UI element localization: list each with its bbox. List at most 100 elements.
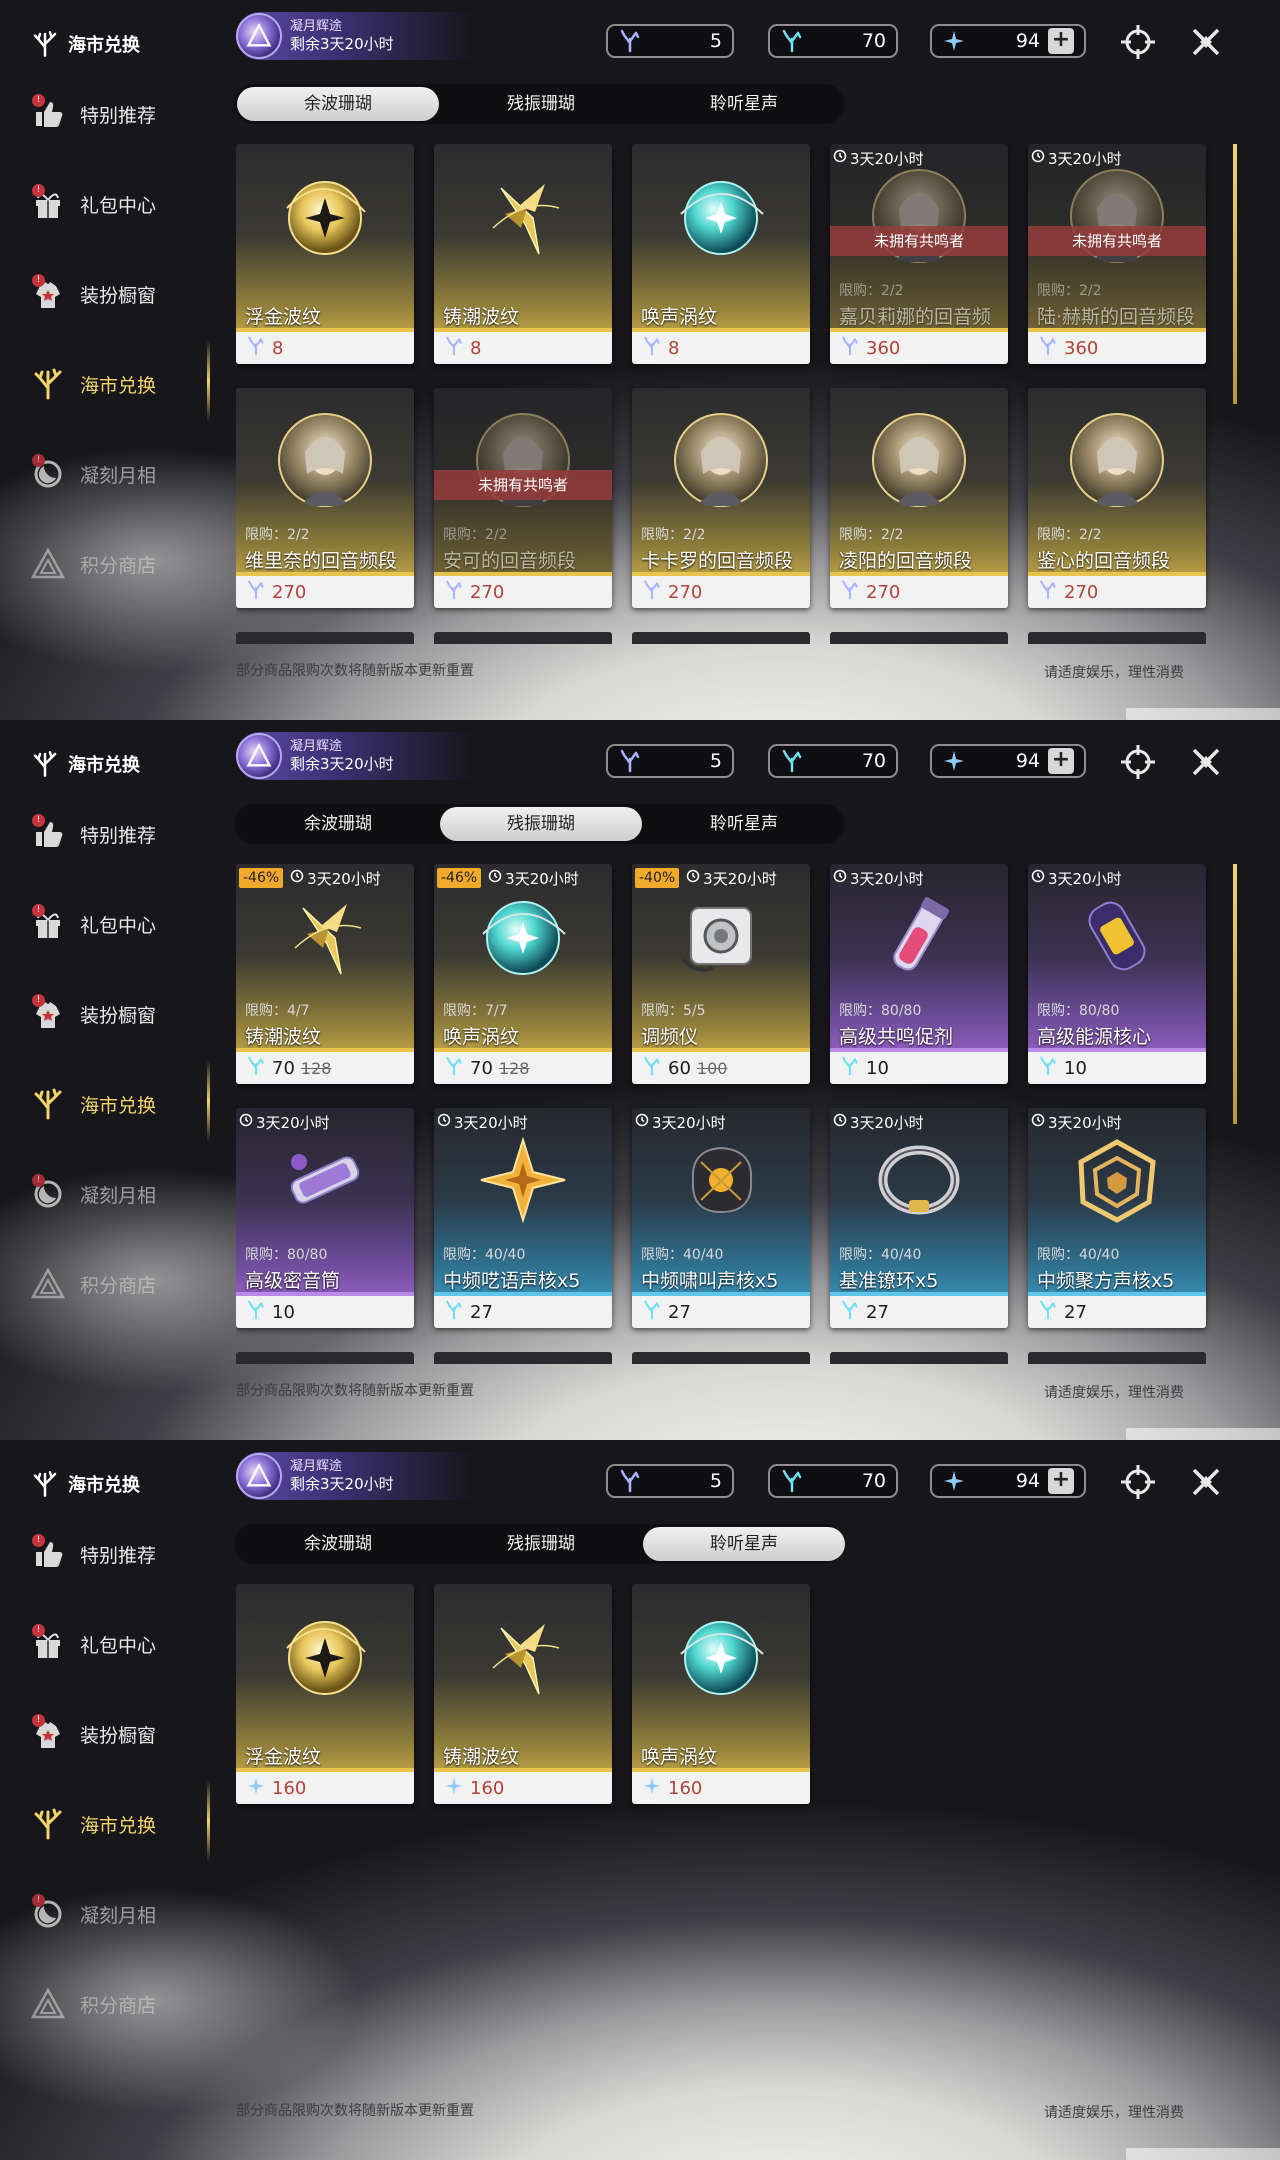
scrollbar-thumb[interactable] — [1233, 144, 1237, 404]
next-row-card — [1028, 632, 1206, 644]
currency-icon — [444, 1056, 464, 1081]
shop-item-card[interactable]: -40% 3天20小时 限购：5/5 调频仪 60 100 — [632, 864, 810, 1084]
currency-icon — [642, 1056, 662, 1081]
sidebar-item-label: 积分商店 — [80, 1274, 157, 1297]
gift-icon: ! — [28, 184, 68, 224]
sidebar-item-3[interactable]: ! 装扮橱窗 — [28, 988, 208, 1040]
shop-item-card[interactable]: 铸潮波纹 8 — [434, 144, 612, 364]
item-art — [830, 864, 1008, 1048]
sidebar-item-6[interactable]: 积分商店 — [28, 1258, 208, 1310]
clock-icon — [290, 869, 304, 887]
currency-3[interactable]: 94 + — [930, 744, 1086, 778]
shop-item-card[interactable]: 限购：2/2 凌阳的回音频段 270 — [830, 388, 1008, 608]
shop-item-card[interactable]: 唤声涡纹 160 — [632, 1584, 810, 1804]
close-icon[interactable] — [1186, 22, 1226, 62]
item-name: 陆·赫斯的回音频段 — [1037, 306, 1196, 328]
shop-item-card[interactable]: 限购：2/2 卡卡罗的回音频段 270 — [632, 388, 810, 608]
event-title: 凝月辉途 — [290, 739, 343, 754]
crosshair-icon[interactable] — [1118, 1462, 1158, 1502]
timer-text: 3天20小时 — [1048, 149, 1122, 168]
event-badge[interactable]: 凝月辉途 剩余3天20小时 — [236, 1452, 472, 1500]
sidebar-item-4[interactable]: 海市兑换 — [28, 1078, 208, 1130]
currency-value: 94 — [1015, 30, 1040, 52]
sidebar-item-2[interactable]: ! 礼包中心 — [28, 178, 208, 230]
tab-1[interactable]: 余波珊瑚 — [237, 1527, 439, 1561]
tab-3[interactable]: 聆听星声 — [643, 807, 845, 841]
price-bar: 270 — [236, 576, 414, 608]
not-owned-banner: 未拥有共鸣者 — [1028, 226, 1206, 256]
event-orb-icon — [236, 13, 282, 59]
tab-1[interactable]: 余波珊瑚 — [237, 87, 439, 121]
tab-3[interactable]: 聆听星声 — [643, 1527, 845, 1561]
crosshair-icon[interactable] — [1118, 742, 1158, 782]
tab-1[interactable]: 余波珊瑚 — [237, 807, 439, 841]
shop-item-card[interactable]: 浮金波纹 160 — [236, 1584, 414, 1804]
tab-2[interactable]: 残振珊瑚 — [440, 1527, 642, 1561]
shop-item-card[interactable]: 唤声涡纹 8 — [632, 144, 810, 364]
shop-item-card[interactable]: 限购：2/2 鉴心的回音频段 270 — [1028, 388, 1206, 608]
close-icon[interactable] — [1186, 742, 1226, 782]
sidebar-item-6[interactable]: 积分商店 — [28, 538, 208, 590]
price-value: 270 — [470, 581, 505, 603]
shop-item-card[interactable]: 未拥有共鸣者3天20小时限购：2/2嘉贝莉娜的回音频段360 — [830, 144, 1008, 364]
event-badge[interactable]: 凝月辉途 剩余3天20小时 — [236, 732, 472, 780]
shop-item-card[interactable]: 未拥有共鸣者 3天20小时 限购：2/2 陆·赫斯的回音频段 360 — [1028, 144, 1206, 364]
event-badge[interactable]: 凝月辉途 剩余3天20小时 — [236, 12, 472, 60]
sidebar-item-5[interactable]: ! 凝刻月相 — [28, 1168, 208, 1220]
time-limit: 3天20小时 — [833, 147, 924, 169]
sidebar-item-1[interactable]: ! 特别推荐 — [28, 88, 208, 140]
shop-item-card[interactable]: -46% 3天20小时 限购：4/7 铸潮波纹 70 128 — [236, 864, 414, 1084]
sidebar-item-2[interactable]: ! 礼包中心 — [28, 1618, 208, 1670]
crosshair-icon[interactable] — [1118, 22, 1158, 62]
teal-orb-image — [475, 888, 571, 984]
thumbs-up-icon: ! — [28, 1534, 68, 1574]
coral-icon — [33, 751, 57, 777]
add-currency-button[interactable]: + — [1048, 1468, 1074, 1494]
sidebar-item-3[interactable]: ! 装扮橱窗 — [28, 1708, 208, 1760]
scrollbar-thumb[interactable] — [1233, 864, 1237, 1124]
close-icon[interactable] — [1186, 1462, 1226, 1502]
sidebar-item-2[interactable]: ! 礼包中心 — [28, 898, 208, 950]
shop-item-card[interactable]: 3天20小时 限购：40/40 中频聚方声核x5 27 — [1028, 1108, 1206, 1328]
sidebar-item-4[interactable]: 海市兑换 — [28, 1798, 208, 1850]
shop-item-card[interactable]: 3天20小时 限购：40/40 中频呓语声核x5 27 — [434, 1108, 612, 1328]
shop-item-card[interactable]: 3天20小时 限购：80/80 高级能源核心 10 — [1028, 864, 1206, 1084]
item-name: 凌阳的回音频段 — [839, 550, 973, 572]
currency-3[interactable]: 94 + — [930, 1464, 1086, 1498]
price-bar: 70 128 — [434, 1052, 612, 1084]
purchase-limit: 限购：40/40 — [839, 1247, 922, 1263]
currency-icon — [246, 1300, 266, 1325]
tab-2[interactable]: 残振珊瑚 — [440, 807, 642, 841]
shop-item-card[interactable]: 3天20小时 限购：40/40 基准镣环x5 27 — [830, 1108, 1008, 1328]
shop-item-card[interactable]: 3天20小时 限购：80/80 高级共鸣促剂 10 — [830, 864, 1008, 1084]
shop-item-card[interactable]: 3天20小时 限购：40/40 中频啸叫声核x5 27 — [632, 1108, 810, 1328]
sidebar-item-4[interactable]: 海市兑换 — [28, 358, 208, 410]
currency-icon — [444, 336, 464, 361]
currency-3[interactable]: 94 + — [930, 24, 1086, 58]
shop-item-card[interactable]: 未拥有共鸣者 限购：2/2 安可的回音频段 270 — [434, 388, 612, 608]
sidebar-item-3[interactable]: ! 装扮橱窗 — [28, 268, 208, 320]
item-name: 唤声涡纹 — [641, 1746, 718, 1768]
sidebar-item-1[interactable]: ! 特别推荐 — [28, 1528, 208, 1580]
add-currency-button[interactable]: + — [1048, 28, 1074, 54]
shop-item-card[interactable]: 限购：2/2 维里奈的回音频段 270 — [236, 388, 414, 608]
sidebar-item-5[interactable]: ! 凝刻月相 — [28, 448, 208, 500]
sidebar-item-6[interactable]: 积分商店 — [28, 1978, 208, 2030]
shop-item-card[interactable]: 3天20小时 限购：80/80 高级密音筒 10 — [236, 1108, 414, 1328]
sidebar-item-label: 特别推荐 — [80, 104, 157, 127]
item-name: 基准镣环x5 — [839, 1270, 939, 1292]
purchase-limit: 限购：2/2 — [839, 283, 904, 299]
shop-item-card[interactable]: 浮金波纹 8 — [236, 144, 414, 364]
purchase-limit: 限购：40/40 — [443, 1247, 526, 1263]
price-value: 27 — [470, 1301, 493, 1323]
tab-3[interactable]: 聆听星声 — [643, 87, 845, 121]
add-currency-button[interactable]: + — [1048, 748, 1074, 774]
sidebar-item-1[interactable]: ! 特别推荐 — [28, 808, 208, 860]
currency-value: 70 — [861, 30, 886, 52]
shop-item-card[interactable]: -46% 3天20小时 限购：7/7 唤声涡纹 70 128 — [434, 864, 612, 1084]
tab-2[interactable]: 残振珊瑚 — [440, 87, 642, 121]
shop-item-card[interactable]: 铸潮波纹 160 — [434, 1584, 612, 1804]
price-value: 10 — [1064, 1057, 1087, 1079]
sidebar-item-5[interactable]: ! 凝刻月相 — [28, 1888, 208, 1940]
notification-badge: ! — [32, 904, 45, 917]
